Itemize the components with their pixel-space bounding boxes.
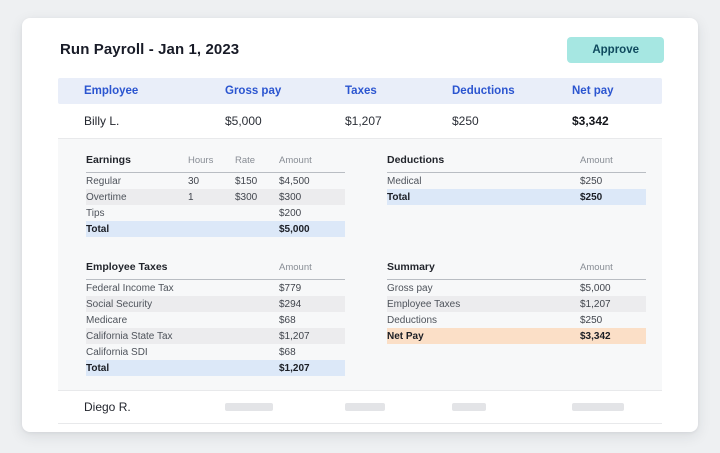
earnings-col-amount: Amount (279, 155, 345, 166)
row-label: Gross pay (387, 283, 580, 294)
earnings-table: Earnings Hours Rate Amount Regular 30 $1… (86, 149, 345, 237)
tax-row-social-security: Social Security $294 (86, 296, 345, 312)
employee-name: Billy L. (58, 114, 225, 128)
tax-row-ca-sdi: California SDI $68 (86, 344, 345, 360)
net-pay-value: $3,342 (572, 114, 662, 128)
row-rate: $150 (235, 176, 279, 187)
deductions-col-amount: Amount (580, 155, 646, 166)
earnings-row-overtime: Overtime 1 $300 $300 (86, 189, 345, 205)
tax-row-federal: Federal Income Tax $779 (86, 280, 345, 296)
row-label: Total (387, 192, 580, 203)
approve-button[interactable]: Approve (567, 37, 664, 63)
taxes-value: $1,207 (345, 114, 452, 128)
row-amount: $250 (580, 192, 640, 203)
employee-taxes-header: Employee Taxes Amount (86, 256, 345, 280)
placeholder-bar (345, 403, 385, 411)
row-label: Net Pay (387, 331, 580, 342)
summary-row-gross-pay: Gross pay $5,000 (387, 280, 646, 296)
column-header-employee: Employee (58, 85, 225, 97)
row-amount: $4,500 (279, 176, 339, 187)
row-amount: $779 (279, 283, 339, 294)
earnings-col-rate: Rate (235, 155, 279, 166)
row-label: Medicare (86, 315, 279, 326)
employee-row-diego[interactable]: Diego R. (58, 390, 662, 424)
row-amount: $3,342 (580, 331, 640, 342)
row-label: California SDI (86, 347, 279, 358)
row-amount: $5,000 (580, 283, 640, 294)
row-amount: $300 (279, 192, 339, 203)
row-label: Employee Taxes (387, 299, 580, 310)
deductions-value: $250 (452, 114, 572, 128)
row-label: Overtime (86, 192, 188, 203)
deductions-row-medical: Medical $250 (387, 173, 646, 189)
row-amount: $1,207 (279, 331, 339, 342)
column-header-deductions: Deductions (452, 85, 572, 97)
row-amount: $1,207 (580, 299, 640, 310)
employee-name: Diego R. (58, 400, 225, 414)
row-hours: 30 (188, 176, 235, 187)
page-title: Run Payroll - Jan 1, 2023 (60, 41, 239, 58)
earnings-header: Earnings Hours Rate Amount (86, 149, 345, 173)
row-amount: $294 (279, 299, 339, 310)
earnings-col-hours: Hours (188, 155, 235, 166)
row-hours: 1 (188, 192, 235, 203)
earnings-row-regular: Regular 30 $150 $4,500 (86, 173, 345, 189)
row-label: Deductions (387, 315, 580, 326)
deductions-table: Deductions Amount Medical $250 Total $25… (387, 149, 646, 205)
tax-row-total: Total $1,207 (86, 360, 345, 376)
employee-row-billy[interactable]: Billy L. $5,000 $1,207 $250 $3,342 (58, 104, 662, 138)
gross-pay-value: $5,000 (225, 114, 345, 128)
row-rate: $300 (235, 192, 279, 203)
row-amount: $68 (279, 315, 339, 326)
employee-taxes-title: Employee Taxes (86, 261, 279, 273)
summary-title: Summary (387, 261, 580, 273)
summary-row-net-pay: Net Pay $3,342 (387, 328, 646, 344)
summary-header: Summary Amount (387, 256, 646, 280)
earnings-row-total: Total $5,000 (86, 221, 345, 237)
row-amount: $200 (279, 208, 339, 219)
placeholder-bar (225, 403, 273, 411)
row-label: Federal Income Tax (86, 283, 279, 294)
column-header-taxes: Taxes (345, 85, 452, 97)
employee-taxes-col-amount: Amount (279, 262, 345, 273)
row-amount: $5,000 (279, 224, 339, 235)
row-amount: $68 (279, 347, 339, 358)
row-label: Medical (387, 176, 580, 187)
summary-row-deductions: Deductions $250 (387, 312, 646, 328)
placeholder-bar (572, 403, 624, 411)
row-label: Tips (86, 208, 188, 219)
row-label: Total (86, 363, 279, 374)
row-amount: $1,207 (279, 363, 339, 374)
row-amount: $250 (580, 315, 640, 326)
payroll-card: Run Payroll - Jan 1, 2023 Approve Employ… (22, 18, 698, 432)
summary-row-employee-taxes: Employee Taxes $1,207 (387, 296, 646, 312)
deductions-title: Deductions (387, 154, 580, 166)
deductions-header: Deductions Amount (387, 149, 646, 173)
table-header-row: Employee Gross pay Taxes Deductions Net … (58, 78, 662, 104)
tax-row-medicare: Medicare $68 (86, 312, 345, 328)
employee-taxes-table: Employee Taxes Amount Federal Income Tax… (86, 256, 345, 376)
row-label: Total (86, 224, 188, 235)
row-amount: $250 (580, 176, 640, 187)
employee-detail-panel: Earnings Hours Rate Amount Regular 30 $1… (58, 139, 662, 390)
row-label: California State Tax (86, 331, 279, 342)
row-label: Regular (86, 176, 188, 187)
column-header-gross-pay: Gross pay (225, 85, 345, 97)
earnings-row-tips: Tips $200 (86, 205, 345, 221)
earnings-title: Earnings (86, 154, 188, 166)
placeholder-bar (452, 403, 486, 411)
summary-col-amount: Amount (580, 262, 646, 273)
column-header-net-pay: Net pay (572, 85, 662, 97)
row-label: Social Security (86, 299, 279, 310)
card-header: Run Payroll - Jan 1, 2023 Approve (22, 18, 698, 78)
deductions-row-total: Total $250 (387, 189, 646, 205)
tax-row-ca-state: California State Tax $1,207 (86, 328, 345, 344)
summary-table: Summary Amount Gross pay $5,000 Employee… (387, 256, 646, 344)
